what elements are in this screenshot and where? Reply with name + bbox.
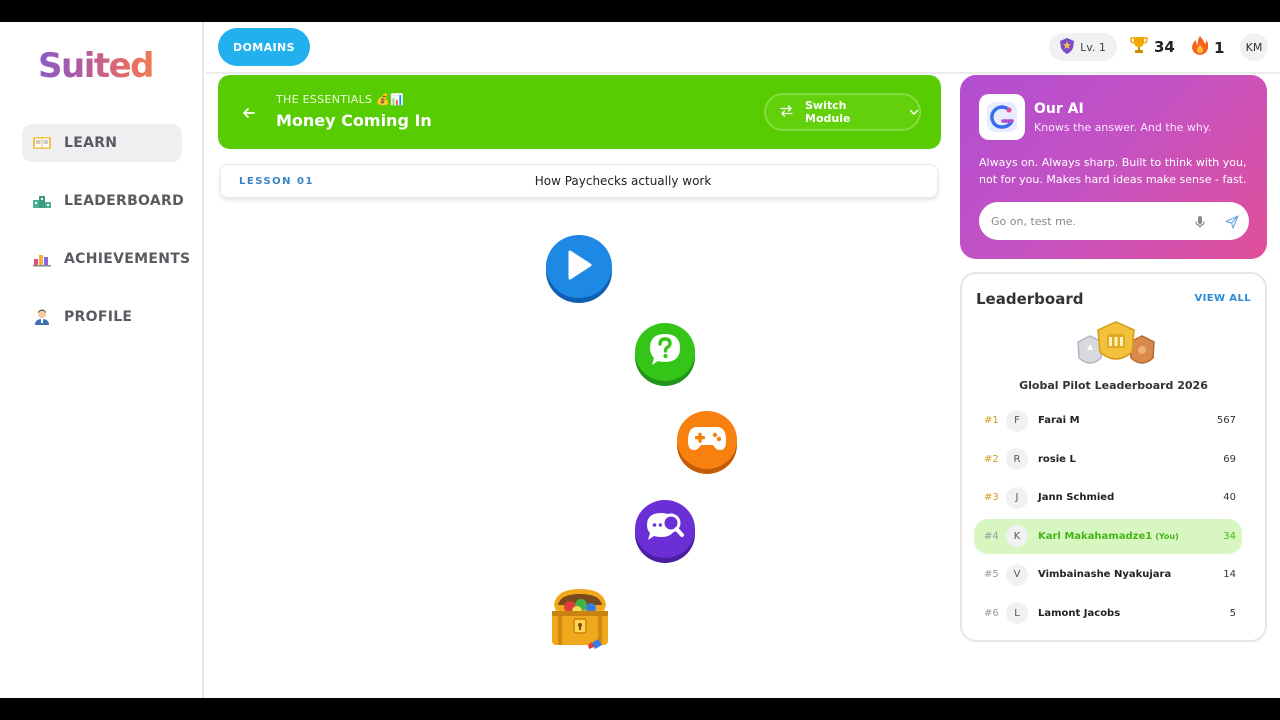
medals-icon (1074, 320, 1158, 370)
player-name: Karl Makahamadze1 (You) (1038, 531, 1179, 542)
back-arrow-icon[interactable] (242, 105, 256, 119)
ai-title: Our AI (1034, 101, 1084, 117)
shield-icon (1060, 37, 1075, 57)
you-tag: (You) (1155, 531, 1179, 541)
player-name: Lamont Jacobs (1038, 608, 1120, 619)
score: 5 (1229, 607, 1236, 619)
rank: #3 (984, 492, 999, 504)
module-subtitle: THE ESSENTIALS 💰📊 (276, 93, 405, 106)
sidebar-item-achievements[interactable]: ACHIEVEMENTS (22, 240, 190, 278)
switch-module-label: Switch Module (805, 99, 851, 125)
user-avatar[interactable]: KM (1240, 33, 1268, 61)
leaderboard-row[interactable]: #2 R rosie L 69 (974, 442, 1242, 477)
avatar: L (1006, 602, 1028, 625)
path-node-quiz[interactable] (635, 323, 695, 381)
ai-question-input[interactable] (991, 202, 1181, 240)
player-name-text: Farai M (1038, 415, 1080, 426)
podium-icon (32, 191, 52, 211)
sidebar-item-label: PROFILE (64, 309, 133, 325)
rank: #4 (984, 530, 999, 542)
score: 34 (1223, 530, 1236, 542)
leaderboard-row[interactable]: #3 J Jann Schmied 40 (974, 480, 1242, 515)
player-name: Vimbainashe Nyakujara (1038, 569, 1171, 580)
top-bar: DOMAINS Lv. 1 34 1 KM (206, 22, 1280, 74)
trophy-count-value: 34 (1154, 38, 1175, 56)
sidebar-item-learn[interactable]: LEARN (22, 124, 182, 162)
module-banner: THE ESSENTIALS 💰📊 Money Coming In Switch… (218, 75, 941, 149)
player-name: rosie L (1038, 454, 1076, 465)
ai-assistant-card: Our AI Knows the answer. And the why. Al… (960, 75, 1267, 259)
leaderboard-row[interactable]: #6 L Lamont Jacobs 5 (974, 596, 1242, 631)
avatar: J (1006, 486, 1028, 509)
question-icon (647, 332, 683, 372)
sidebar-item-label: LEADERBOARD (64, 193, 185, 209)
score: 567 (1216, 415, 1236, 426)
leaderboard-list: #1 F Farai M 567 #2 R rosie L 69 #3 J Ja… (974, 403, 1242, 635)
path-node-video[interactable] (546, 235, 612, 298)
player-name: Jann Schmied (1038, 492, 1114, 503)
swap-icon (780, 104, 793, 120)
streak-count-value: 1 (1214, 38, 1225, 57)
play-icon (565, 250, 593, 284)
leaderboard-row[interactable]: #1 F Farai M 567 (974, 403, 1242, 438)
avatar: V (1006, 563, 1028, 586)
path-node-discussion[interactable] (635, 500, 695, 558)
ai-description: Always on. Always sharp. Built to think … (979, 156, 1247, 186)
player-name-text: Jann Schmied (1038, 492, 1115, 504)
fire-icon (1192, 36, 1209, 59)
chevron-down-icon (909, 106, 919, 119)
avatar: K (1006, 525, 1028, 548)
player-name-text: rosie L (1038, 453, 1076, 465)
score: 40 (1223, 492, 1236, 504)
rank: #2 (984, 453, 999, 465)
sidebar-item-label: LEARN (64, 135, 118, 151)
lesson-header[interactable]: LESSON 01 How Paychecks actually work (220, 164, 938, 198)
rank: #5 (984, 569, 999, 581)
module-title: Money Coming In (276, 111, 432, 130)
level-badge[interactable]: Lv. 1 (1049, 33, 1117, 61)
ai-logo-icon (979, 94, 1025, 140)
rank: #1 (984, 415, 999, 426)
sidebar-item-leaderboard[interactable]: LEADERBOARD (22, 182, 185, 220)
sidebar-item-profile[interactable]: PROFILE (22, 298, 182, 336)
score: 69 (1223, 453, 1236, 465)
player-name-text: Lamont Jacobs (1038, 607, 1121, 619)
trophy-icon (1130, 36, 1148, 58)
leaderboard-row[interactable]: #5 V Vimbainashe Nyakujara 14 (974, 557, 1242, 592)
score: 14 (1223, 569, 1236, 581)
rank: #6 (984, 607, 999, 619)
send-icon[interactable] (1225, 214, 1239, 229)
chat-search-icon (645, 509, 685, 549)
treasure-chest-icon[interactable] (548, 585, 612, 651)
trophy-count[interactable]: 34 (1130, 36, 1175, 58)
streak-count[interactable]: 1 (1192, 36, 1224, 59)
user-icon (32, 307, 52, 327)
leaderboard-title: Leaderboard (976, 290, 1084, 308)
switch-module-button[interactable]: Switch Module (764, 93, 921, 131)
domains-button[interactable]: DOMAINS (218, 28, 310, 66)
player-name-text: Karl Makahamadze1 (1038, 530, 1153, 542)
leaderboard-card: Leaderboard VIEW ALL Global Pilot Leader… (960, 272, 1267, 642)
player-name-text: Vimbainashe Nyakujara (1038, 569, 1172, 581)
leaderboard-row-current-user[interactable]: #4 K Karl Makahamadze1 (You) 34 (974, 518, 1242, 554)
sidebar-item-label: ACHIEVEMENTS (64, 251, 191, 267)
app-logo[interactable]: Suited (38, 46, 155, 86)
sidebar: Suited LEARN LEADERBOARD ACHIEVEMENTS PR… (0, 22, 204, 698)
avatar: F (1006, 409, 1028, 432)
player-name: Farai M (1038, 415, 1080, 426)
view-all-link[interactable]: VIEW ALL (1195, 293, 1252, 304)
ai-input-wrapper (979, 202, 1249, 240)
sidebar-nav: LEARN LEADERBOARD ACHIEVEMENTS PROFILE (22, 124, 190, 356)
avatar: R (1006, 448, 1028, 471)
app-frame: Suited LEARN LEADERBOARD ACHIEVEMENTS PR… (0, 22, 1280, 698)
leaderboard-name: Global Pilot Leaderboard 2026 (1019, 379, 1208, 392)
lesson-title: How Paychecks actually work (534, 174, 712, 188)
path-node-game[interactable] (677, 411, 737, 469)
book-icon (32, 133, 52, 153)
bar-chart-icon (32, 249, 52, 269)
ai-subtitle: Knows the answer. And the why. (1034, 121, 1212, 134)
level-label: Lv. 1 (1080, 40, 1106, 54)
microphone-icon[interactable] (1193, 214, 1207, 228)
gamepad-icon (687, 424, 727, 456)
